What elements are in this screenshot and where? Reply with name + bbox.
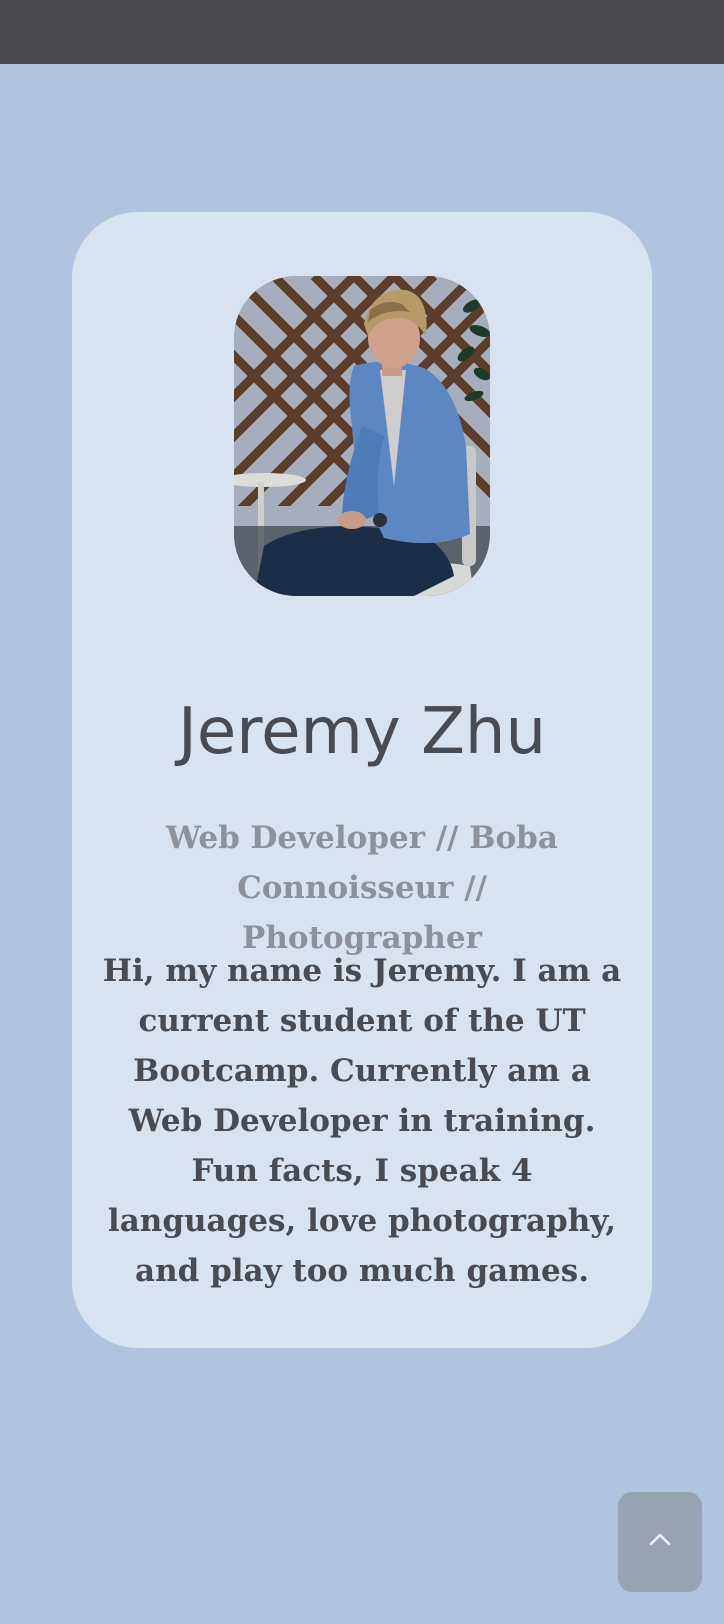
back-to-top-button[interactable] — [618, 1492, 702, 1592]
top-navigation-bar — [0, 0, 724, 64]
chevron-up-icon — [649, 1533, 671, 1546]
profile-photo — [234, 276, 490, 596]
profile-name: Jeremy Zhu — [177, 695, 547, 769]
profile-tagline: Web Developer // Boba Connoisseur // Pho… — [166, 820, 558, 956]
profile-bio: Hi, my name is Jeremy. I am a current st… — [102, 953, 622, 1289]
